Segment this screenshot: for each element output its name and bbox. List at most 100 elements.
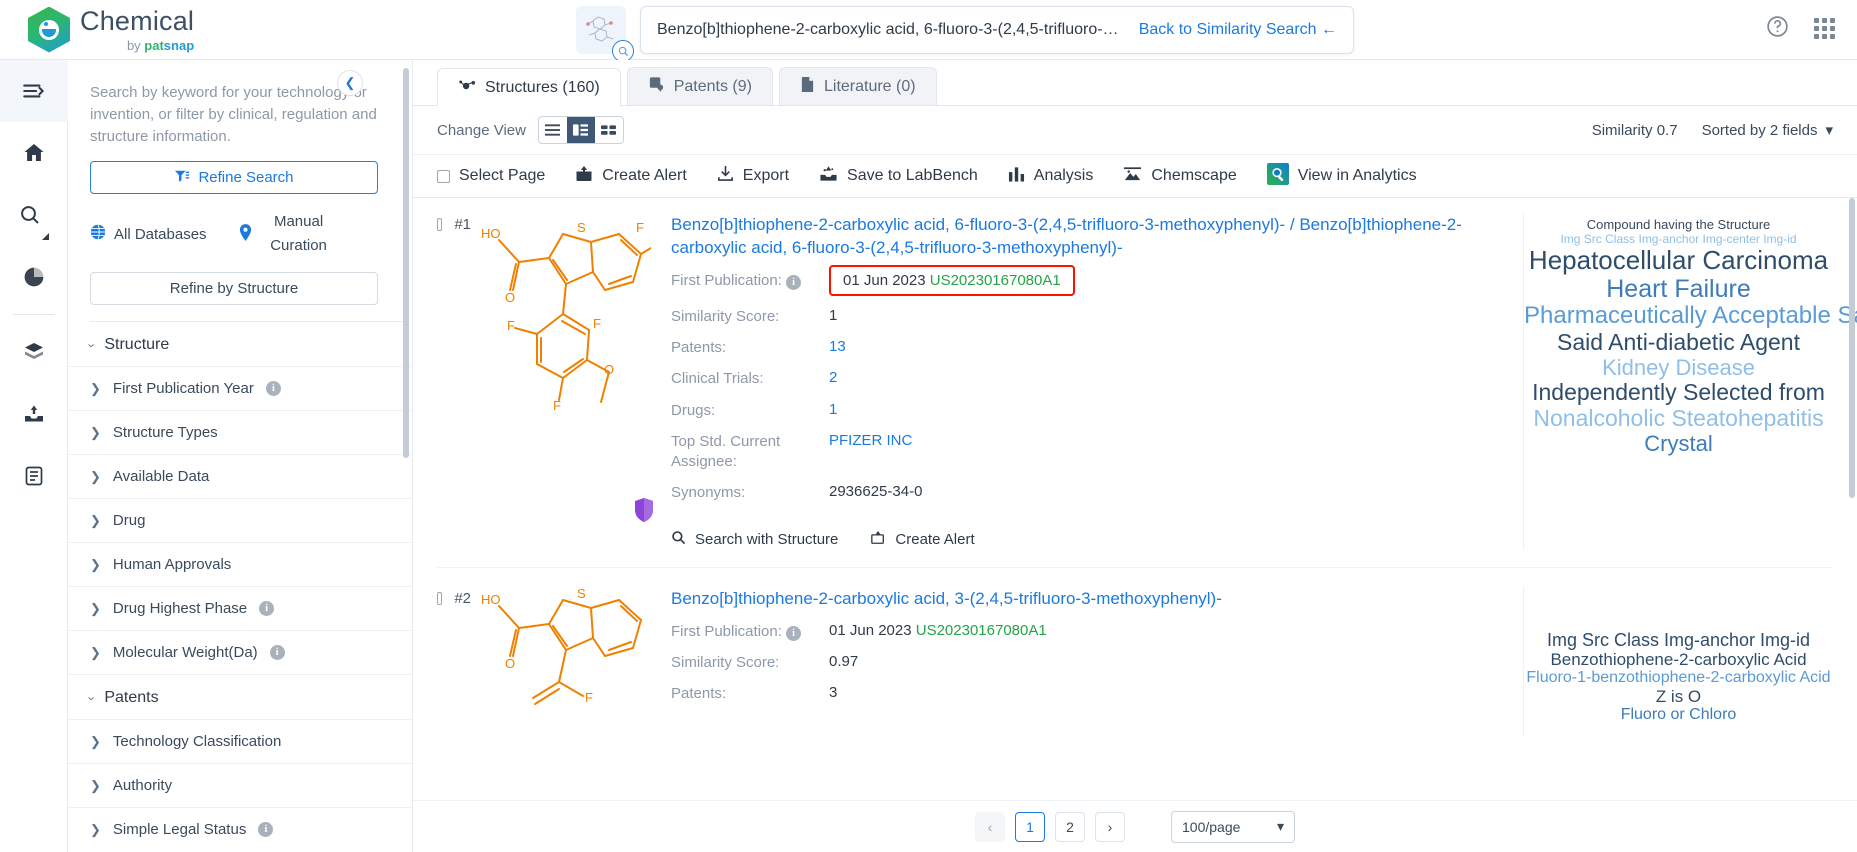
info-icon[interactable]: i	[269, 645, 285, 661]
analysis-button[interactable]: Analysis	[1008, 166, 1093, 187]
field-value[interactable]: 13	[829, 338, 846, 355]
all-databases-label[interactable]: All Databases	[114, 226, 207, 243]
page-button-1[interactable]: 1	[1015, 811, 1045, 842]
facet-simple-legal-status[interactable]: ❯ Simple Legal Status i	[68, 807, 412, 851]
facet-available-data[interactable]: ❯ Available Data	[68, 454, 412, 498]
facet-drug[interactable]: ❯ Drug	[68, 498, 412, 542]
cloud-word[interactable]: Fluoro or Chloro	[1524, 706, 1833, 724]
refine-by-structure-button[interactable]: Refine by Structure	[90, 272, 378, 306]
facet-human-approvals[interactable]: ❯ Human Approvals	[68, 542, 412, 586]
shield-icon[interactable]	[633, 497, 655, 523]
save-to-labbench-button[interactable]: Save to LabBench	[819, 165, 978, 187]
list-view-button[interactable]	[539, 117, 567, 143]
rail-item-home[interactable]	[0, 122, 68, 184]
help-circle-icon[interactable]	[1765, 14, 1790, 43]
brand-logo-area[interactable]: Chemical by patsnap	[28, 6, 194, 53]
filters-scrollbar[interactable]	[403, 68, 409, 458]
search-with-structure-button[interactable]: Search with Structure	[671, 530, 838, 549]
facet-authority[interactable]: ❯ Authority	[68, 763, 412, 807]
facet-drug-highest-phase[interactable]: ❯ Drug Highest Phase i	[68, 586, 412, 630]
grid-view-button[interactable]	[595, 117, 623, 143]
rail-item-analytics[interactable]	[0, 246, 68, 308]
page-button-2[interactable]: 2	[1055, 811, 1085, 842]
view-in-analytics-button[interactable]: View in Analytics	[1266, 162, 1417, 190]
refine-search-button[interactable]: Refine Search	[90, 161, 378, 195]
cloud-word[interactable]: Hepatocellular Carcinoma	[1524, 245, 1833, 275]
tab-patents[interactable]: Patents (9)	[626, 67, 773, 105]
info-icon[interactable]: i	[786, 625, 802, 641]
cloud-word[interactable]: Img Src Class Img-anchor Img-id	[1524, 630, 1833, 650]
detail-view-button[interactable]	[566, 117, 595, 143]
cloud-word[interactable]: Fluoro-1-benzothiophene-2-carboxylic Aci…	[1524, 669, 1833, 687]
info-icon[interactable]: i	[258, 822, 274, 838]
field-value[interactable]: 1	[829, 401, 837, 418]
result-card: #2 HO O S F Benzo[b]thiophene-2-carboxyl…	[413, 568, 1857, 736]
rail-item-labbench[interactable]	[0, 383, 68, 445]
cloud-word[interactable]: Nonalcoholic Steatohepatitis	[1524, 405, 1833, 432]
facet-label: Drug Highest Phase	[112, 600, 248, 618]
facet-structure-types[interactable]: ❯ Structure Types	[68, 410, 412, 454]
field-label: First Publication: i	[671, 622, 829, 642]
field-value[interactable]: 2	[829, 369, 837, 386]
chemical-logo-icon	[28, 6, 70, 53]
facet-first-publication-year[interactable]: ❯ First Publication Year i	[68, 366, 412, 410]
field-top-assignee: Top Std. Current Assignee: PFIZER INC	[671, 432, 1509, 473]
view-in-analytics-label: View in Analytics	[1297, 167, 1417, 184]
back-to-similarity-search-link[interactable]: Back to Similarity Search ←	[1139, 21, 1337, 39]
result-title[interactable]: Benzo[b]thiophene-2-carboxylic acid, 6-f…	[671, 214, 1509, 260]
filter-group-structure[interactable]: › Structure	[85, 322, 412, 366]
publication-number[interactable]: US20230167080A1	[930, 272, 1061, 289]
rail-item-search[interactable]	[0, 184, 68, 246]
cloud-word[interactable]: Independently Selected from	[1524, 380, 1833, 406]
chemscape-button[interactable]: Chemscape	[1123, 166, 1237, 187]
tab-structures-label: Structures (160)	[485, 78, 600, 96]
tab-structures[interactable]: Structures (160)	[437, 68, 621, 106]
filter-group-patents[interactable]: › Patents	[85, 675, 412, 719]
publication-number[interactable]: US20230167080A1	[916, 622, 1047, 639]
manual-curation-label[interactable]: Manual Curation	[260, 210, 338, 258]
create-alert-button[interactable]: Create Alert	[575, 165, 687, 187]
result-title[interactable]: Benzo[b]thiophene-2-carboxylic acid, 3-(…	[671, 588, 1509, 611]
info-icon[interactable]: i	[259, 601, 275, 617]
cloud-word[interactable]: Pharmaceutically Acceptable Salt	[1524, 302, 1857, 330]
info-icon[interactable]: i	[265, 381, 281, 397]
per-page-select[interactable]: 100/page ▾	[1171, 810, 1295, 843]
rail-item-menu-expand[interactable]	[0, 60, 68, 122]
collapse-sidebar-button[interactable]: ❮	[337, 70, 363, 96]
cloud-word[interactable]: Crystal	[1524, 431, 1833, 457]
card-create-alert-button[interactable]: Create Alert	[870, 530, 975, 549]
app-grid-icon[interactable]	[1814, 18, 1835, 39]
cloud-word[interactable]: Kidney Disease	[1524, 355, 1833, 381]
prev-page-button[interactable]: ‹	[975, 811, 1005, 842]
result-checkbox[interactable]	[437, 218, 443, 231]
first-publication-value: 01 Jun 2023 US20230167080A1	[829, 622, 1047, 639]
zoom-in-icon[interactable]	[612, 40, 634, 62]
sort-selector[interactable]: Sorted by 2 fields ▾	[1702, 121, 1833, 140]
rail-item-reports[interactable]	[0, 445, 68, 507]
search-input[interactable]: Benzo[b]thiophene-2-carboxylic acid, 6-f…	[640, 6, 1354, 54]
chevron-down-icon: ▾	[1825, 122, 1833, 139]
next-page-button[interactable]: ›	[1095, 811, 1125, 842]
cloud-word[interactable]: Z is O	[1524, 687, 1833, 706]
cloud-word[interactable]: Benzothiophene-2-carboxylic Acid	[1524, 650, 1833, 669]
results-scrollbar[interactable]	[1849, 198, 1855, 498]
field-value[interactable]: PFIZER INC	[829, 432, 912, 449]
info-icon[interactable]: i	[786, 275, 802, 291]
cloud-word[interactable]: Said Anti-diabetic Agent	[1524, 329, 1833, 356]
cloud-word[interactable]: Compound having the Structure	[1524, 217, 1833, 233]
rail-item-library[interactable]	[0, 321, 68, 383]
structure-thumbnail-icon[interactable]	[576, 6, 634, 62]
svg-text:HO: HO	[481, 226, 501, 241]
cloud-word[interactable]: Heart Failure	[1524, 275, 1833, 303]
chevron-right-icon: ❯	[90, 644, 101, 660]
cloud-word[interactable]: Img Src Class Img-anchor Img-center Img-…	[1524, 232, 1833, 246]
tab-literature[interactable]: Literature (0)	[778, 67, 937, 105]
select-page-checkbox[interactable]: Select Page	[437, 167, 545, 185]
result-checkbox[interactable]	[437, 591, 443, 605]
field-label: Similarity Score:	[671, 653, 780, 671]
structure-image: HO O S F F F F O	[471, 212, 661, 549]
chevron-right-icon: ❯	[90, 556, 101, 572]
export-button[interactable]: Export	[717, 165, 789, 187]
facet-molecular-weight[interactable]: ❯ Molecular Weight(Da) i	[68, 630, 412, 674]
facet-technology-classification[interactable]: ❯ Technology Classification	[68, 719, 412, 763]
